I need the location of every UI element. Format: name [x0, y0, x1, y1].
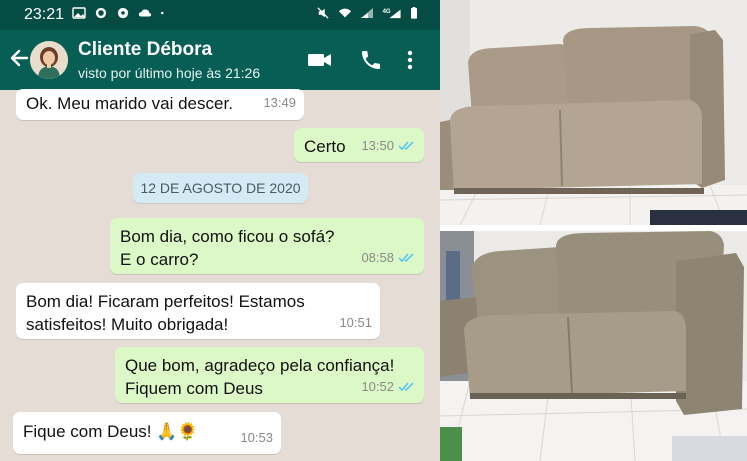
message-time: 08:58 [361, 250, 394, 265]
video-call-icon[interactable] [307, 48, 333, 72]
message-meta: 08:58 [361, 246, 416, 269]
message-meta: 10:53 [240, 426, 273, 449]
message-text: Ok. Meu marido vai descer. [26, 94, 233, 113]
chat-header: Cliente Débora visto por último hoje às … [0, 30, 440, 90]
message-text: Fique com Deus! 🙏🌻 [23, 422, 199, 441]
image-icon [72, 7, 86, 19]
message-meta: 13:50 [361, 134, 416, 157]
contact-name[interactable]: Cliente Débora [78, 39, 212, 61]
more-vert-icon[interactable] [404, 48, 416, 72]
message-meta: 13:49 [263, 91, 296, 114]
status-left-icons [72, 7, 168, 19]
message-bubble-outgoing[interactable]: Certo 13:50 [294, 128, 424, 162]
message-meta: 10:51 [339, 311, 372, 334]
status-bar: 23:21 4G [0, 0, 440, 30]
back-arrow-icon[interactable] [8, 47, 30, 69]
battery-icon [411, 7, 417, 19]
message-time: 13:50 [361, 138, 394, 153]
phone-call-icon[interactable] [358, 48, 384, 72]
network-label: 4G [383, 9, 391, 15]
whatsapp-icon [95, 7, 107, 19]
message-meta: 10:52 [361, 375, 416, 398]
message-bubble-outgoing[interactable]: Que bom, agradeço pela confiança! Fiquem… [115, 347, 424, 403]
last-seen-status: visto por último hoje às 21:26 [78, 65, 261, 81]
status-right-icons: 4G [316, 7, 418, 19]
wifi-icon [338, 8, 352, 18]
message-bubble-outgoing[interactable]: Bom dia, como ficou o sofá? E o carro? 0… [110, 218, 424, 274]
message-bubble-incoming[interactable]: Ok. Meu marido vai descer. 13:49 [16, 89, 304, 120]
message-time: 10:53 [240, 430, 273, 445]
status-time: 23:21 [24, 6, 65, 23]
message-bubble-incoming[interactable]: Fique com Deus! 🙏🌻 10:53 [13, 412, 281, 454]
message-bubble-incoming[interactable]: Bom dia! Ficaram perfeitos! Estamos sati… [16, 283, 380, 339]
chat-screenshot: 23:21 4G Cliente Débora visto por último… [0, 0, 440, 461]
double-check-icon [398, 253, 414, 263]
signal-icon [361, 8, 373, 18]
contact-avatar[interactable] [30, 41, 68, 79]
message-time: 10:51 [339, 315, 372, 330]
sofa-photo-bottom [440, 231, 747, 461]
message-text: Bom dia! Ficaram perfeitos! Estamos sati… [26, 292, 305, 334]
4g-signal-icon: 4G [383, 9, 401, 19]
dot-icon [161, 11, 164, 15]
avatar-image [30, 41, 68, 79]
sofa-photo-top [440, 0, 747, 225]
sofa-illustration [440, 0, 747, 225]
double-check-icon [398, 141, 414, 151]
double-check-icon [398, 382, 414, 392]
sofa-illustration [440, 231, 747, 461]
soccer-ball-icon [117, 7, 129, 19]
mute-icon [317, 7, 329, 19]
message-time: 10:52 [361, 379, 394, 394]
date-separator: 12 DE AGOSTO DE 2020 [133, 173, 308, 203]
message-time: 13:49 [263, 95, 296, 110]
cloud-icon [138, 9, 152, 17]
